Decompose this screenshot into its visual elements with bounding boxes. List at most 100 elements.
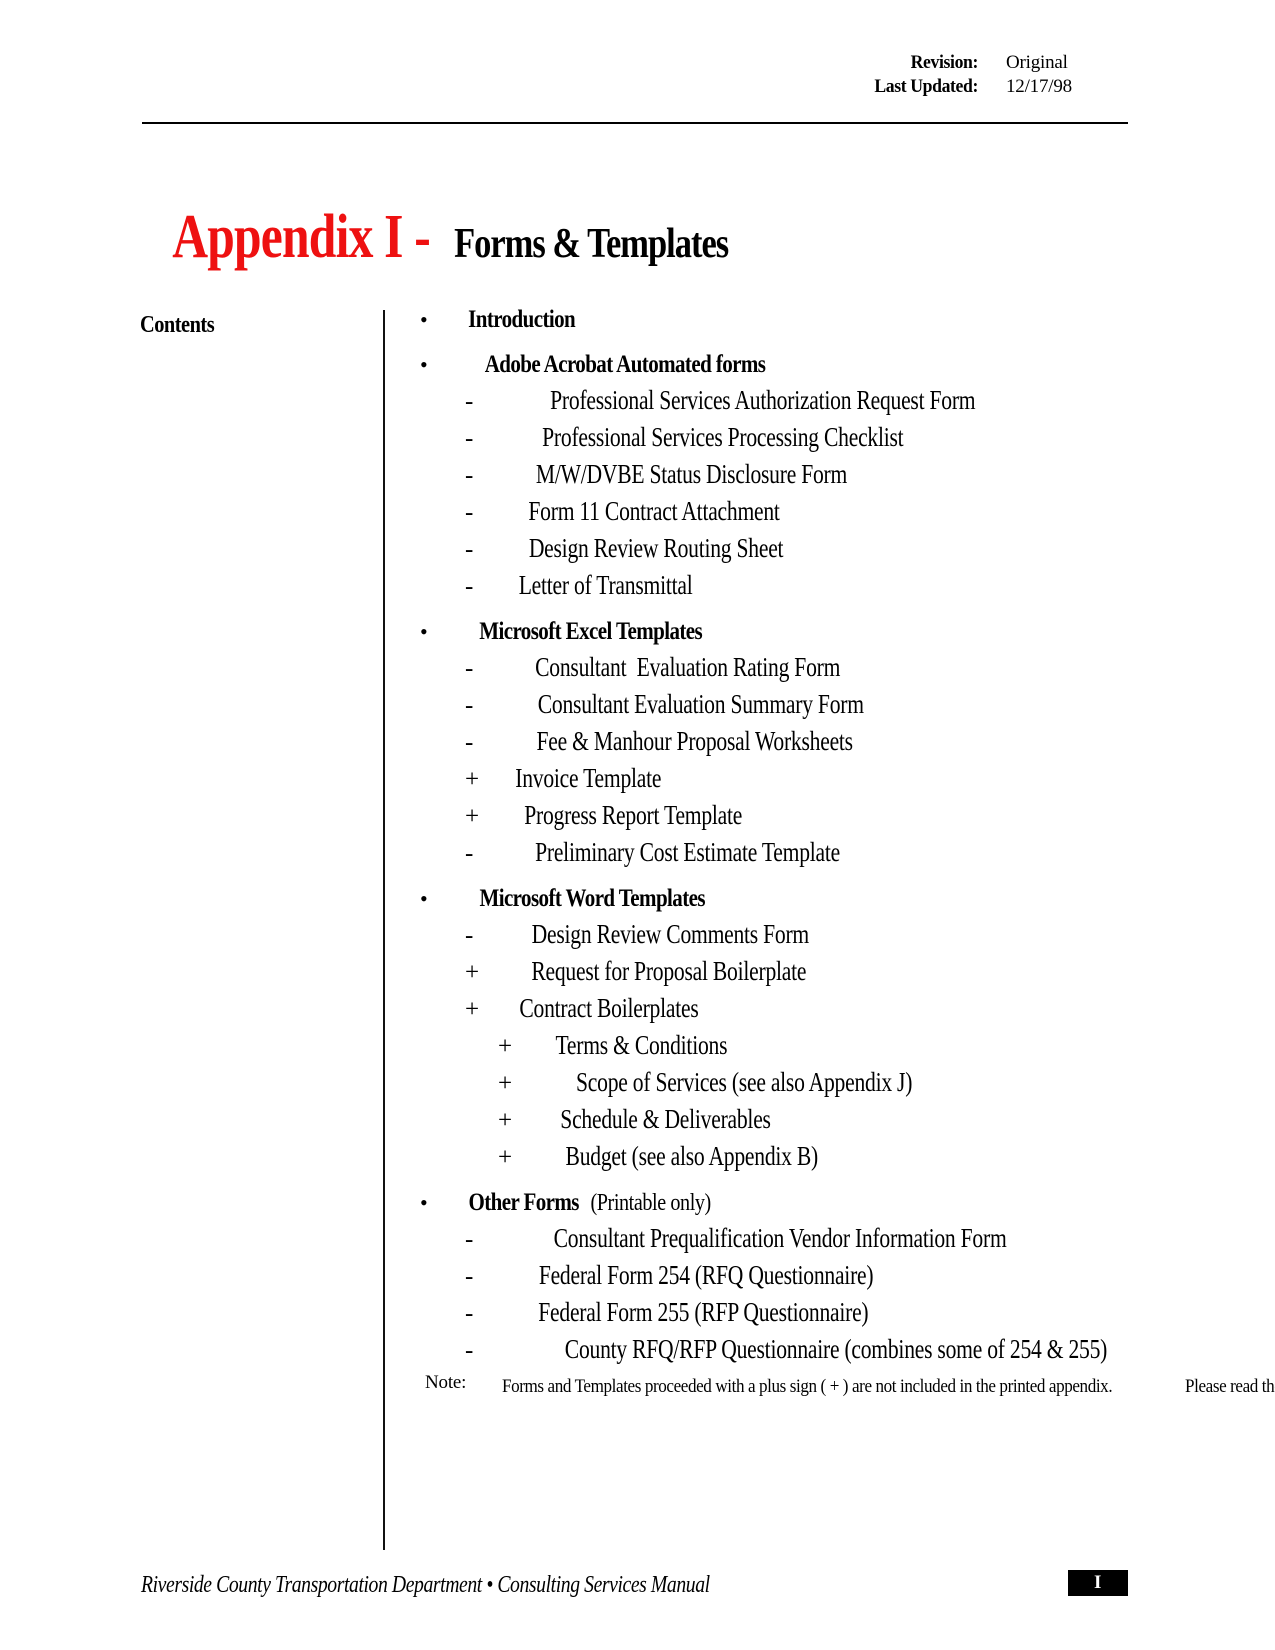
list-item[interactable]: + Progress Report Template: [420, 800, 1120, 831]
nested-item-label: Scope of Services (see also Appendix J): [576, 1067, 913, 1097]
plus-icon: +: [498, 1033, 513, 1060]
list-item[interactable]: + Budget (see also Appendix B): [420, 1141, 1120, 1172]
sub-item-label: Federal Form 254 (RFQ Questionnaire): [538, 1260, 874, 1290]
dash-icon: -: [465, 425, 474, 452]
sub-item-label: Design Review Routing Sheet: [528, 533, 784, 563]
list-item[interactable]: - Form 11 Contract Attachment: [420, 496, 1120, 527]
sub-item-label: Contract Boilerplates: [519, 993, 699, 1023]
list-item[interactable]: - Professional Services Processing Check…: [420, 422, 1120, 453]
bullet-icon: •: [420, 619, 428, 644]
list-item[interactable]: - Design Review Comments Form: [420, 919, 1120, 950]
contents-list: • Introduction • Adobe Acrobat Automated…: [420, 306, 1120, 1365]
list-item[interactable]: • Adobe Acrobat Automated forms: [420, 351, 1120, 379]
sub-item-label: Consultant Evaluation Summary Form: [537, 689, 864, 719]
title-appendix-text: Appendix I -: [172, 203, 431, 271]
section-label: Adobe Acrobat Automated forms: [484, 351, 766, 378]
list-item[interactable]: + Scope of Services (see also Appendix J…: [420, 1067, 1120, 1098]
section-label: Other Forms: [468, 1189, 580, 1216]
page-title: Appendix I - Forms & Templates: [140, 206, 758, 268]
plus-icon: +: [465, 803, 480, 830]
note-line-1: Forms and Templates proceeded with a plu…: [502, 1376, 1113, 1397]
sub-item-label: Design Review Comments Form: [531, 919, 810, 949]
sub-item-label: Consultant Prequalification Vendor Infor…: [553, 1223, 1007, 1253]
list-item[interactable]: - Consultant Prequalification Vendor Inf…: [420, 1223, 1120, 1254]
dash-icon: -: [465, 499, 474, 526]
note-label: Note:: [425, 1372, 467, 1393]
dash-icon: -: [465, 388, 474, 415]
list-item[interactable]: - Federal Form 254 (RFQ Questionnaire): [420, 1260, 1120, 1291]
nested-item-label: Budget (see also Appendix B): [565, 1141, 819, 1171]
dash-icon: -: [465, 922, 474, 949]
list-item[interactable]: + Schedule & Deliverables: [420, 1104, 1120, 1135]
contents-heading: Contents: [140, 312, 215, 338]
sub-item-label: Invoice Template: [515, 763, 662, 793]
note-line-2: Please read the introduction on the foll…: [1184, 1376, 1275, 1397]
sub-item-label: Federal Form 255 (RFP Questionnaire): [538, 1297, 869, 1327]
plus-icon: +: [465, 959, 480, 986]
list-item[interactable]: - Design Review Routing Sheet: [420, 533, 1120, 564]
nested-item-label: Terms & Conditions: [555, 1030, 728, 1060]
list-item[interactable]: • Introduction: [420, 306, 1120, 334]
page-number-badge: I: [1068, 1570, 1128, 1596]
sub-item-label: Consultant Evaluation Rating Form: [535, 652, 841, 682]
list-item[interactable]: - Fee & Manhour Proposal Worksheets: [420, 726, 1120, 757]
header-updated-row: Last Updated: 12/17/98: [828, 76, 1128, 98]
section-label: Introduction: [468, 306, 576, 333]
section-label-qualifier: (Printable only): [590, 1190, 712, 1216]
note-body: Forms and Templates proceeded with a plu…: [502, 1372, 1275, 1401]
sub-item-label: M/W/DVBE Status Disclosure Form: [535, 459, 848, 489]
title-subject-text: Forms & Templates: [454, 221, 729, 267]
list-item[interactable]: - Consultant Evaluation Rating Form: [420, 652, 1120, 683]
list-item[interactable]: • Other Forms (Printable only): [420, 1189, 1120, 1217]
nested-item-label: Schedule & Deliverables: [560, 1104, 771, 1134]
last-updated-label: Last Updated:: [874, 76, 978, 97]
sub-item-label: Progress Report Template: [524, 800, 743, 830]
sub-item-label: County RFQ/RFP Questionnaire (combines s…: [564, 1334, 1108, 1364]
list-item[interactable]: + Terms & Conditions: [420, 1030, 1120, 1061]
list-item[interactable]: - Preliminary Cost Estimate Template: [420, 837, 1120, 868]
last-updated-value: 12/17/98: [1006, 76, 1072, 97]
dash-icon: -: [465, 840, 474, 867]
list-item[interactable]: - Federal Form 255 (RFP Questionnaire): [420, 1297, 1120, 1328]
revision-value: Original: [1006, 52, 1068, 73]
list-item[interactable]: + Invoice Template: [420, 763, 1120, 794]
note-block: Note: Forms and Templates proceeded with…: [425, 1372, 1275, 1401]
document-header: Revision: Original Last Updated: 12/17/9…: [142, 52, 1128, 98]
list-item[interactable]: - Consultant Evaluation Summary Form: [420, 689, 1120, 720]
list-item[interactable]: • Microsoft Excel Templates: [420, 618, 1120, 646]
dash-icon: -: [465, 1300, 474, 1327]
dash-icon: -: [465, 573, 474, 600]
section-label: Microsoft Excel Templates: [479, 618, 703, 645]
footer-text: Riverside County Transportation Departme…: [141, 1572, 710, 1598]
plus-icon: +: [498, 1107, 513, 1134]
dash-icon: -: [465, 1226, 474, 1253]
header-revision-row: Revision: Original: [828, 52, 1128, 74]
plus-icon: +: [465, 996, 480, 1023]
dash-icon: -: [465, 462, 474, 489]
sub-item-label: Professional Services Processing Checkli…: [542, 422, 904, 452]
list-item[interactable]: - M/W/DVBE Status Disclosure Form: [420, 459, 1120, 490]
sub-item-label: Request for Proposal Boilerplate: [531, 956, 807, 986]
bullet-icon: •: [420, 307, 428, 332]
dash-icon: -: [465, 692, 474, 719]
list-item[interactable]: - Letter of Transmittal: [420, 570, 1120, 601]
sub-item-label: Professional Services Authorization Requ…: [550, 385, 976, 415]
dash-icon: -: [465, 1337, 474, 1364]
section-label: Microsoft Word Templates: [479, 885, 705, 912]
list-item[interactable]: + Request for Proposal Boilerplate: [420, 956, 1120, 987]
sub-item-label: Fee & Manhour Proposal Worksheets: [536, 726, 854, 756]
list-item[interactable]: + Contract Boilerplates: [420, 993, 1120, 1024]
dash-icon: -: [465, 729, 474, 756]
bullet-icon: •: [420, 886, 428, 911]
list-item[interactable]: • Microsoft Word Templates: [420, 885, 1120, 913]
list-item[interactable]: - County RFQ/RFP Questionnaire (combines…: [420, 1334, 1120, 1365]
plus-icon: +: [465, 766, 480, 793]
dash-icon: -: [465, 1263, 474, 1290]
vertical-divider-rule: [383, 310, 385, 1550]
document-page: Revision: Original Last Updated: 12/17/9…: [0, 0, 1275, 1650]
plus-icon: +: [498, 1144, 513, 1171]
list-item[interactable]: - Professional Services Authorization Re…: [420, 385, 1120, 416]
dash-icon: -: [465, 655, 474, 682]
plus-icon: +: [498, 1070, 513, 1097]
sub-item-label: Preliminary Cost Estimate Template: [535, 837, 840, 867]
